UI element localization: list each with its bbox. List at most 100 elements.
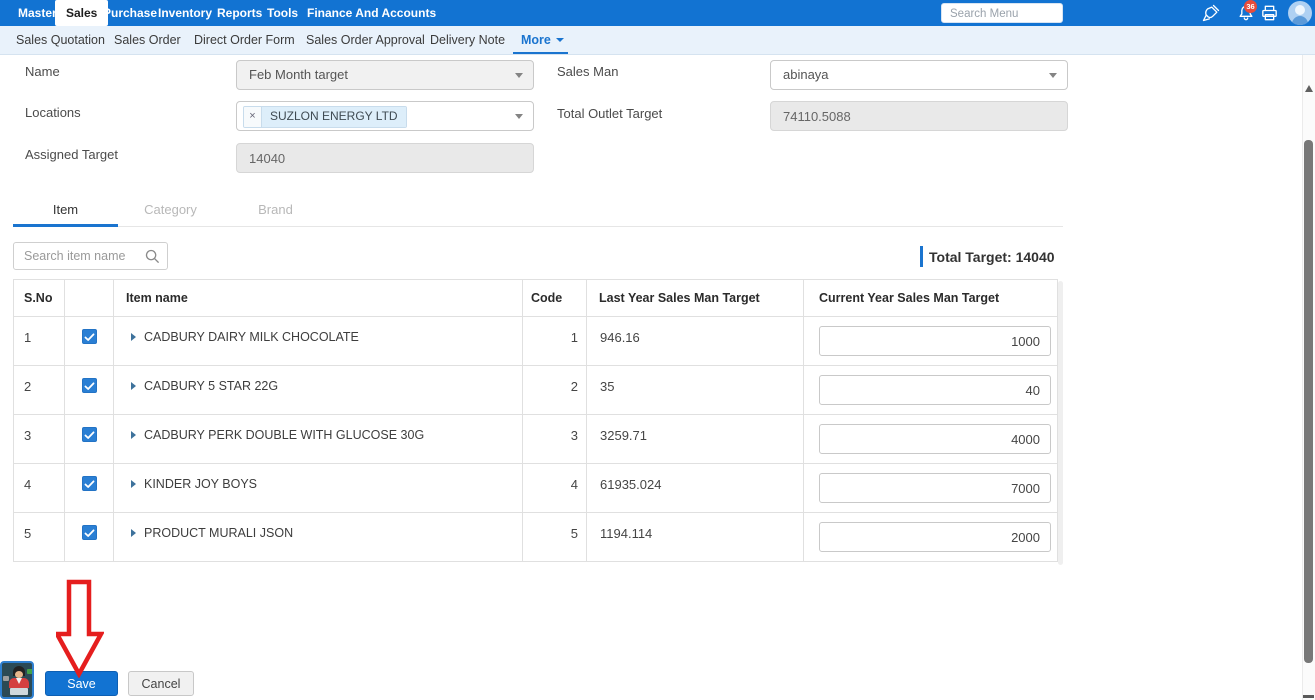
expand-arrow-icon[interactable]	[131, 382, 136, 390]
topnav-item-reports[interactable]: Reports	[217, 0, 262, 26]
row-code: 4	[522, 463, 587, 513]
current-year-target-input[interactable]	[819, 522, 1051, 552]
row-sno: 5	[13, 512, 65, 562]
user-avatar[interactable]	[1288, 1, 1312, 25]
menu-search-box	[941, 3, 1063, 23]
avatar-head	[1295, 5, 1305, 15]
row-code: 3	[522, 414, 587, 464]
row-sno: 3	[13, 414, 65, 464]
topnav-item-purchase[interactable]: Purchase	[103, 0, 157, 26]
item-search-box	[13, 242, 168, 270]
table-row: 1 CADBURY DAIRY MILK CHOCOLATE 1 946.16	[13, 316, 1058, 366]
row-checkbox[interactable]	[81, 525, 97, 540]
row-last-year-target: 35	[586, 365, 804, 415]
chevron-down-icon	[555, 38, 564, 42]
table-row: 3 CADBURY PERK DOUBLE WITH GLUCOSE 30G 3…	[13, 414, 1058, 464]
subnav-sales-quotation[interactable]: Sales Quotation	[16, 26, 105, 54]
menu-search-input[interactable]	[942, 5, 1062, 23]
subnav-delivery-note[interactable]: Delivery Note	[430, 26, 505, 54]
row-last-year-target: 946.16	[586, 316, 804, 366]
expand-arrow-icon[interactable]	[131, 529, 136, 537]
subnav-sales-order-approval[interactable]: Sales Order Approval	[306, 26, 425, 54]
current-year-target-input[interactable]	[819, 375, 1051, 405]
row-sno: 1	[13, 316, 65, 366]
chevron-down-icon	[515, 73, 523, 78]
sales-man-target-screen: Master Sales Purchase Inventory Reports …	[0, 0, 1315, 700]
page-scrollbar-thumb[interactable]	[1304, 140, 1313, 663]
topnav-item-tools[interactable]: Tools	[267, 0, 298, 26]
expand-arrow-icon[interactable]	[131, 333, 136, 341]
row-sno: 4	[13, 463, 65, 513]
avatar-body	[1292, 16, 1308, 25]
assigned-target-input[interactable]	[236, 143, 534, 173]
support-chat-widget[interactable]	[0, 661, 34, 699]
topnav-item-sales[interactable]: Sales	[55, 0, 109, 26]
row-code: 5	[522, 512, 587, 562]
item-name: CADBURY PERK DOUBLE WITH GLUCOSE 30G	[144, 428, 425, 442]
item-search-input[interactable]	[14, 243, 139, 269]
chevron-down-icon	[515, 114, 523, 119]
col-header-sno: S.No	[13, 279, 65, 317]
item-name: CADBURY DAIRY MILK CHOCOLATE	[144, 330, 359, 344]
total-target-bar	[920, 246, 923, 267]
sales-man-select-value: abinaya	[783, 67, 829, 82]
name-label: Name	[25, 64, 60, 79]
row-last-year-target: 1194.114	[586, 512, 804, 562]
col-header-checkbox	[64, 279, 114, 317]
sales-man-select[interactable]: abinaya	[770, 60, 1068, 90]
row-checkbox[interactable]	[81, 329, 97, 344]
locations-label: Locations	[25, 105, 81, 120]
total-outlet-target-input[interactable]	[770, 101, 1068, 131]
subnav-sales-order[interactable]: Sales Order	[114, 26, 181, 54]
search-icon	[145, 249, 159, 263]
clean-cache-broom-icon[interactable]	[1200, 3, 1222, 23]
expand-arrow-icon[interactable]	[131, 480, 136, 488]
row-checkbox[interactable]	[81, 476, 97, 491]
current-year-target-input[interactable]	[819, 473, 1051, 503]
row-sno: 2	[13, 365, 65, 415]
chevron-down-icon	[1049, 73, 1057, 78]
assigned-target-label: Assigned Target	[25, 147, 118, 162]
tab-category[interactable]: Category	[118, 193, 223, 227]
tabs-divider	[13, 226, 1063, 227]
total-outlet-target-label: Total Outlet Target	[557, 106, 663, 121]
row-checkbox[interactable]	[81, 427, 97, 442]
table-inner-scrollbar-track	[1058, 281, 1063, 565]
name-select-value: Feb Month target	[249, 67, 348, 82]
row-last-year-target: 61935.024	[586, 463, 804, 513]
sales-man-label: Sales Man	[557, 64, 619, 79]
remove-tag-icon[interactable]: ×	[244, 107, 262, 127]
chat-bubble-icon	[3, 676, 9, 681]
subnav-more-menu[interactable]: More	[521, 26, 564, 54]
cancel-button[interactable]: Cancel	[128, 671, 194, 696]
scrollbar-bottom-edge	[1303, 695, 1314, 698]
topnav-item-finance[interactable]: Finance And Accounts	[307, 0, 436, 26]
topnav-item-inventory[interactable]: Inventory	[158, 0, 212, 26]
locations-multiselect[interactable]: × SUZLON ENERGY LTD	[236, 101, 534, 131]
total-target-label: Total Target:	[929, 248, 1012, 265]
expand-arrow-icon[interactable]	[131, 431, 136, 439]
row-checkbox[interactable]	[81, 378, 97, 393]
scrollbar-up-arrow[interactable]	[1305, 85, 1313, 92]
notification-badge: 36	[1244, 0, 1257, 13]
table-header-row: S.No Item name Code Last Year Sales Man …	[13, 279, 1058, 317]
total-target-value: 14040	[1015, 248, 1055, 265]
item-name: KINDER JOY BOYS	[144, 477, 257, 491]
active-tab-underline	[13, 224, 118, 227]
row-code: 2	[522, 365, 587, 415]
red-annotation-arrow	[56, 579, 104, 678]
col-header-code: Code	[522, 279, 587, 317]
current-year-target-input[interactable]	[819, 424, 1051, 454]
name-select[interactable]: Feb Month target	[236, 60, 534, 90]
current-year-target-input[interactable]	[819, 326, 1051, 356]
subnav-direct-order-form[interactable]: Direct Order Form	[194, 26, 295, 54]
sales-sub-nav: Sales Quotation Sales Order Direct Order…	[0, 26, 1315, 55]
chat-bubble-icon	[27, 669, 32, 674]
col-header-item-name: Item name	[113, 279, 523, 317]
tab-brand[interactable]: Brand	[223, 193, 328, 227]
item-name: PRODUCT MURALI JSON	[144, 526, 294, 540]
topnav-item-master[interactable]: Master	[18, 0, 57, 26]
tab-item[interactable]: Item	[13, 193, 118, 227]
table-row: 2 CADBURY 5 STAR 22G 2 35	[13, 365, 1058, 415]
printer-icon[interactable]	[1259, 3, 1280, 23]
